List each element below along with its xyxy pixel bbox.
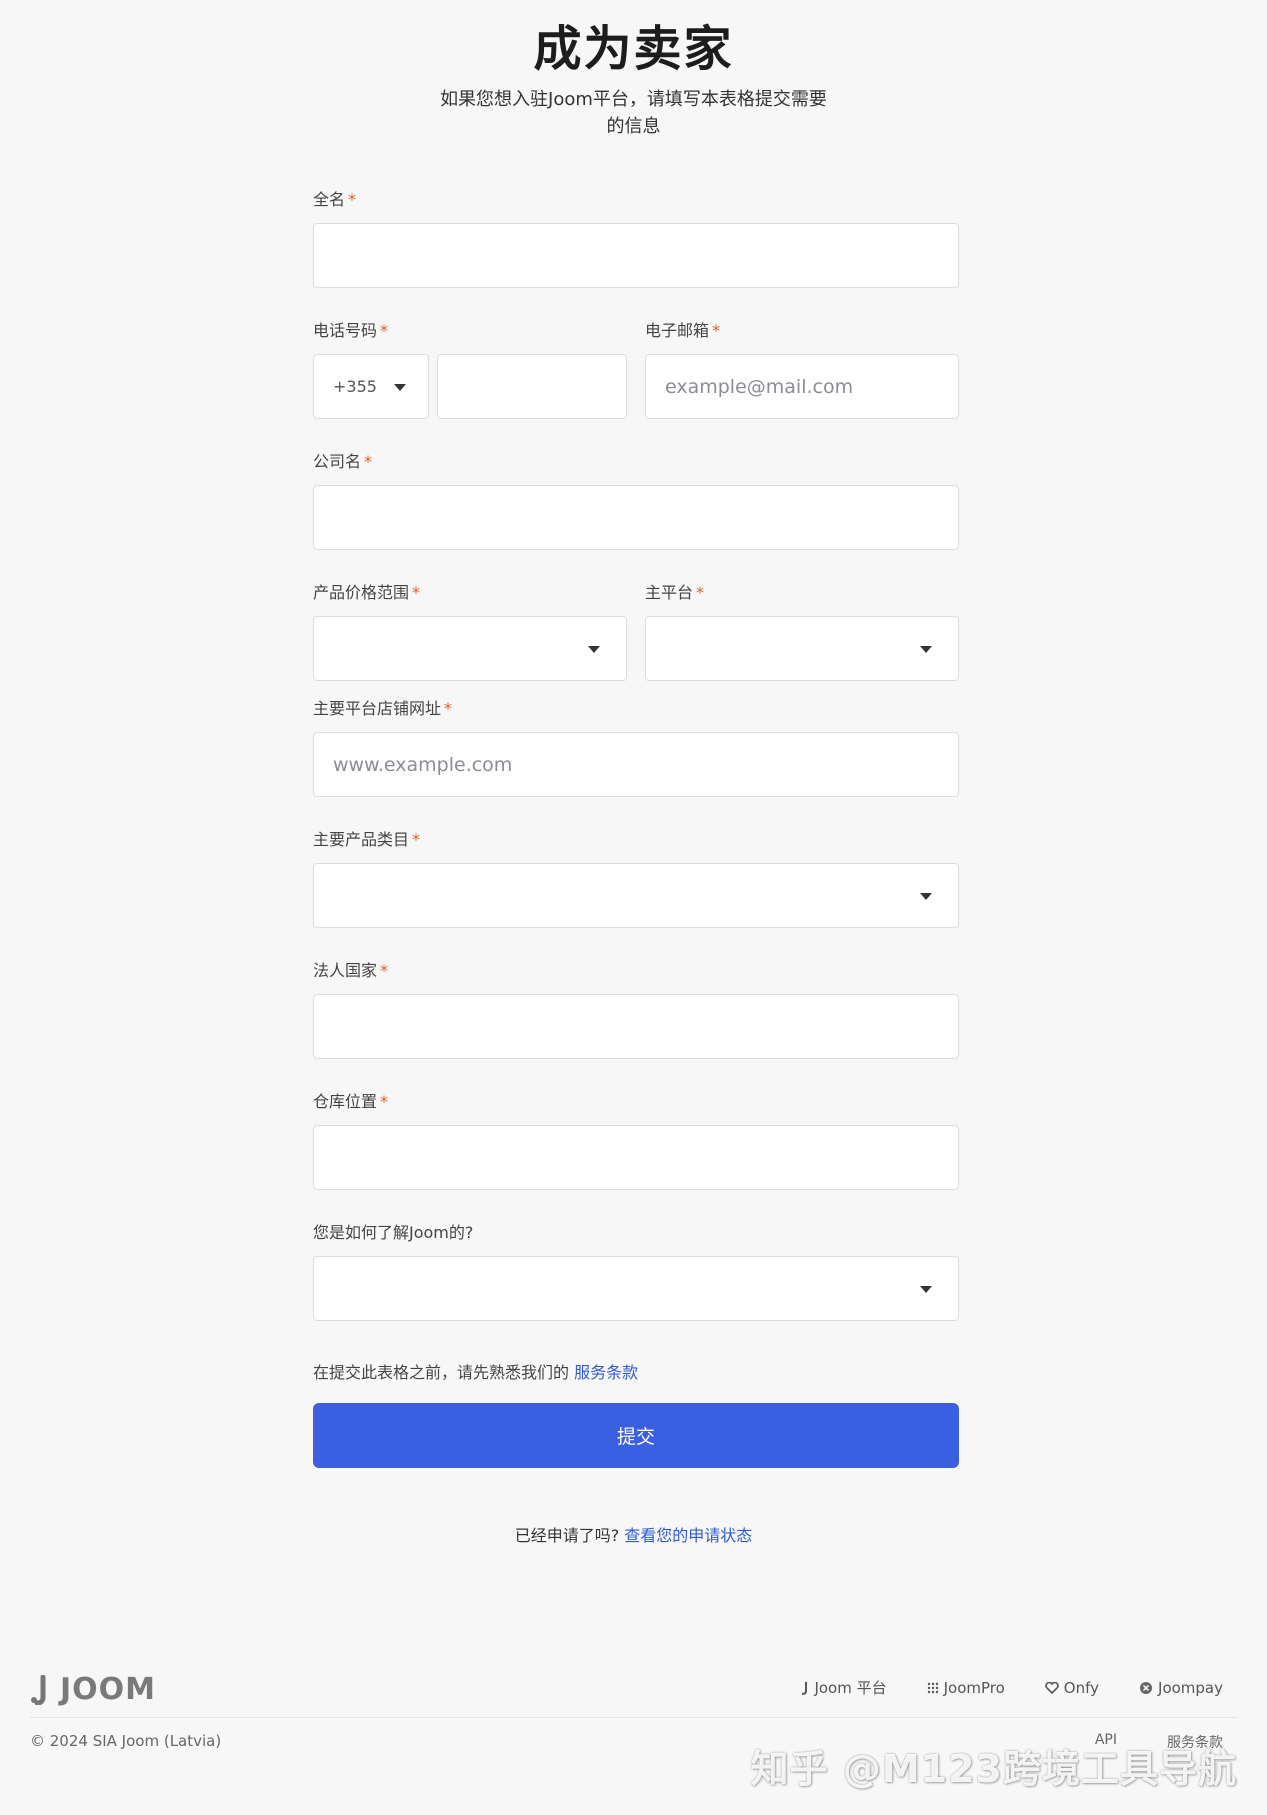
required-mark: * — [696, 583, 705, 602]
required-mark: * — [380, 961, 389, 980]
terms-text: 在提交此表格之前，请先熟悉我们的 — [313, 1363, 575, 1382]
phone-label: 电话号码 — [313, 321, 378, 340]
grid-icon — [927, 1682, 938, 1693]
email-input[interactable]: example@mail.com — [645, 354, 959, 419]
full-name-field: 全名 * — [313, 188, 959, 288]
email-label: 电子邮箱 — [645, 321, 710, 340]
required-mark: * — [444, 699, 453, 718]
terms-link[interactable]: 服务条款 — [574, 1363, 638, 1382]
watermark: 知乎 @M123跨境工具导航 — [750, 1747, 1237, 1791]
chevron-down-icon — [588, 646, 600, 653]
logo-text: JOOM — [60, 1672, 157, 1707]
footer-divider — [30, 1717, 1237, 1718]
required-mark: * — [712, 321, 721, 340]
store-url-input[interactable]: www.example.com — [313, 732, 959, 797]
page-header: 成为卖家 如果您想入驻Joom平台，请填写本表格提交需要的信息 — [0, 18, 1267, 140]
country-code-select[interactable]: +355 — [313, 354, 429, 419]
joom-icon — [802, 1681, 808, 1695]
company-input[interactable] — [313, 485, 959, 550]
referral-select[interactable] — [313, 1256, 959, 1321]
footer-logo[interactable]: JOOM — [30, 1672, 156, 1707]
full-name-input[interactable] — [313, 223, 959, 288]
referral-label: 您是如何了解Joom的? — [313, 1223, 474, 1242]
terms-notice: 在提交此表格之前，请先熟悉我们的 服务条款 — [313, 1361, 638, 1385]
category-field: 主要产品类目 * — [313, 828, 959, 928]
required-mark: * — [380, 321, 389, 340]
required-mark: * — [348, 190, 357, 209]
footer-links: Joom 平台 JoomPro Onfy Joompay — [799, 1677, 1223, 1698]
footer-link-joom[interactable]: Joom 平台 — [799, 1677, 887, 1698]
main-platform-label: 主平台 — [645, 583, 694, 602]
price-range-field: 产品价格范围 * — [313, 581, 627, 681]
footer-link-label: JoomPro — [943, 1678, 1005, 1697]
category-label: 主要产品类目 — [313, 830, 410, 849]
footer-link-label: Joom 平台 — [814, 1679, 887, 1697]
referral-field: 您是如何了解Joom的? — [313, 1221, 959, 1321]
country-code-value: +355 — [333, 377, 377, 396]
chevron-down-icon — [920, 893, 932, 900]
required-mark: * — [364, 452, 373, 471]
store-url-label: 主要平台店铺网址 — [313, 699, 442, 718]
main-platform-field: 主平台 * — [645, 581, 959, 681]
legal-country-label: 法人国家 — [313, 961, 378, 980]
email-field: 电子邮箱 * example@mail.com — [645, 319, 959, 419]
chevron-down-icon — [920, 1286, 932, 1293]
status-text: 已经申请了吗? — [514, 1526, 625, 1545]
warehouse-label: 仓库位置 — [313, 1092, 378, 1111]
legal-country-field: 法人国家 * — [313, 959, 959, 1059]
joompay-icon — [1140, 1681, 1153, 1694]
warehouse-input[interactable] — [313, 1125, 959, 1190]
application-status-notice: 已经申请了吗? 查看您的申请状态 — [0, 1524, 1267, 1548]
required-mark: * — [380, 1092, 389, 1111]
submit-button[interactable]: 提交 — [313, 1403, 959, 1468]
page-subtitle: 如果您想入驻Joom平台，请填写本表格提交需要的信息 — [440, 89, 827, 137]
store-url-field: 主要平台店铺网址 * www.example.com — [313, 697, 959, 797]
status-link[interactable]: 查看您的申请状态 — [624, 1526, 752, 1545]
full-name-label: 全名 — [313, 190, 346, 209]
phone-field: 电话号码 * +355 — [313, 319, 627, 419]
warehouse-field: 仓库位置 * — [313, 1090, 959, 1190]
footer-link-label: Joompay — [1158, 1678, 1223, 1697]
company-label: 公司名 — [313, 452, 362, 471]
price-range-select[interactable] — [313, 616, 627, 681]
required-mark: * — [412, 583, 421, 602]
company-field: 公司名 * — [313, 450, 959, 550]
required-mark: * — [412, 830, 421, 849]
chevron-down-icon — [920, 646, 932, 653]
price-range-label: 产品价格范围 — [313, 583, 410, 602]
footer-link-joompro[interactable]: JoomPro — [927, 1677, 1005, 1698]
main-platform-select[interactable] — [645, 616, 959, 681]
footer-link-label: Onfy — [1063, 1678, 1100, 1697]
phone-input[interactable] — [437, 354, 627, 419]
chevron-down-icon — [394, 384, 406, 391]
category-select[interactable] — [313, 863, 959, 928]
footer-link-onfy[interactable]: Onfy — [1045, 1677, 1099, 1698]
joom-logo-icon — [31, 1674, 46, 1705]
footer-link-joompay[interactable]: Joompay — [1139, 1677, 1223, 1698]
page-title: 成为卖家 — [533, 21, 734, 77]
heart-icon — [1045, 1681, 1059, 1694]
copyright: © 2024 SIA Joom (Latvia) — [30, 1732, 222, 1750]
legal-country-input[interactable] — [313, 994, 959, 1059]
